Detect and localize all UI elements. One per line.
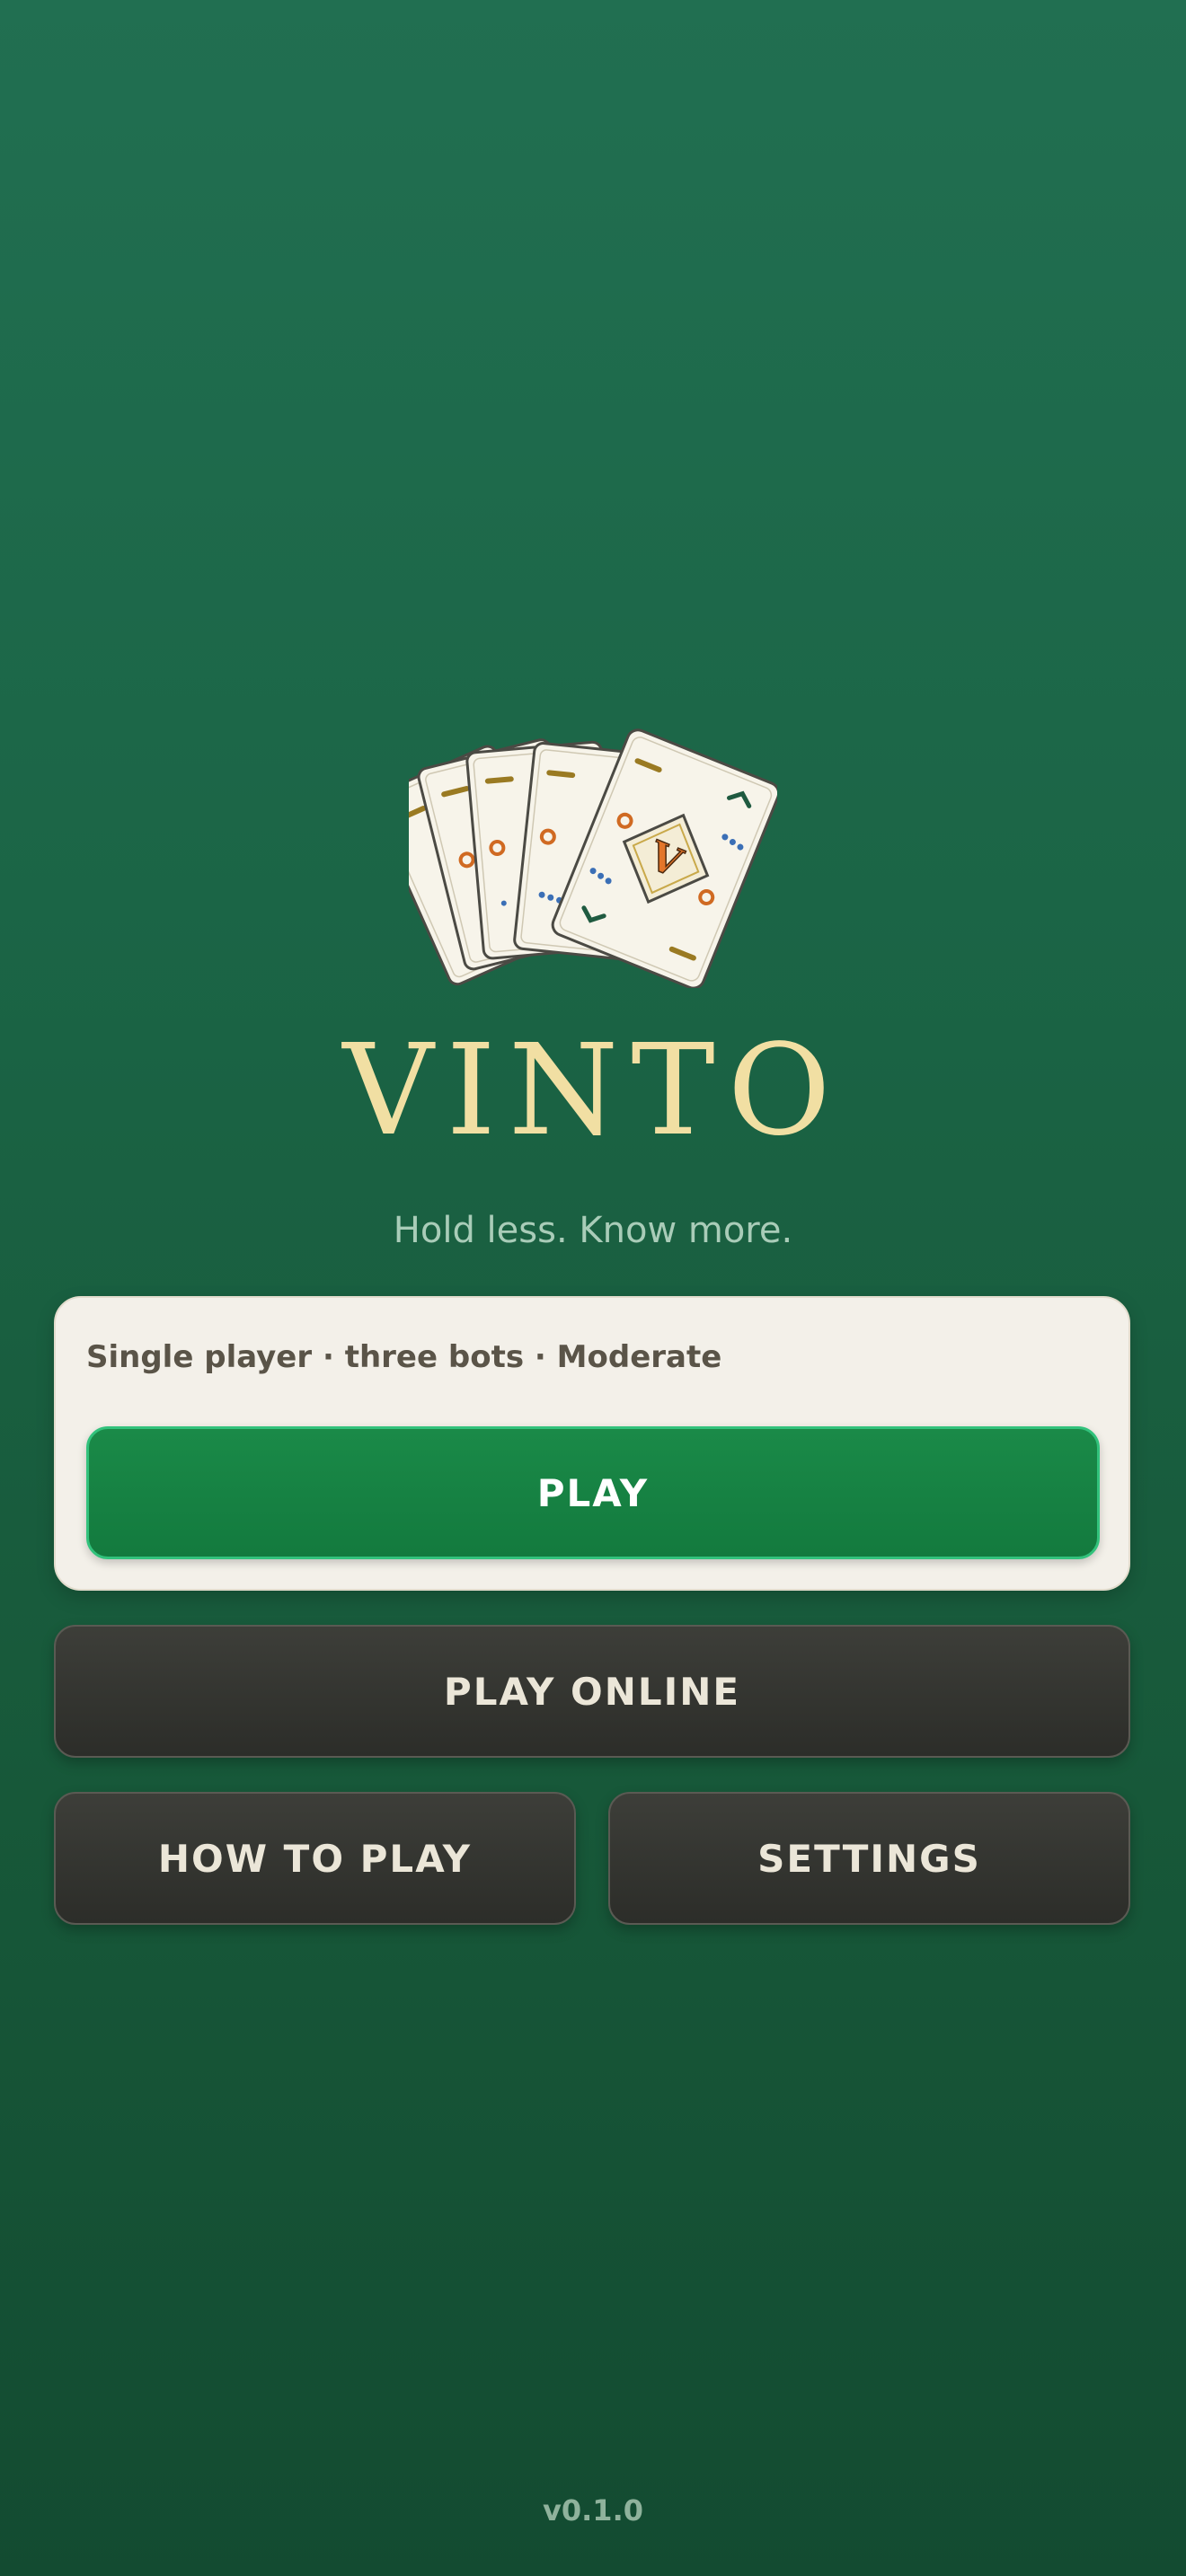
fanned-cards-icon: V [409, 728, 777, 988]
tagline: Hold less. Know more. [393, 1210, 793, 1251]
app-version: v0.1.0 [543, 2493, 643, 2527]
settings-button[interactable]: SETTINGS [608, 1792, 1130, 1925]
play-button[interactable]: PLAY [86, 1426, 1100, 1559]
app-title: VINTO [342, 1018, 844, 1164]
game-mode-summary: Single player · three bots · Moderate [86, 1339, 722, 1375]
play-online-button[interactable]: PLAY ONLINE [54, 1625, 1130, 1758]
quick-play-panel: Single player · three bots · Moderate PL… [54, 1296, 1130, 1591]
how-to-play-button[interactable]: HOW TO PLAY [54, 1792, 576, 1925]
